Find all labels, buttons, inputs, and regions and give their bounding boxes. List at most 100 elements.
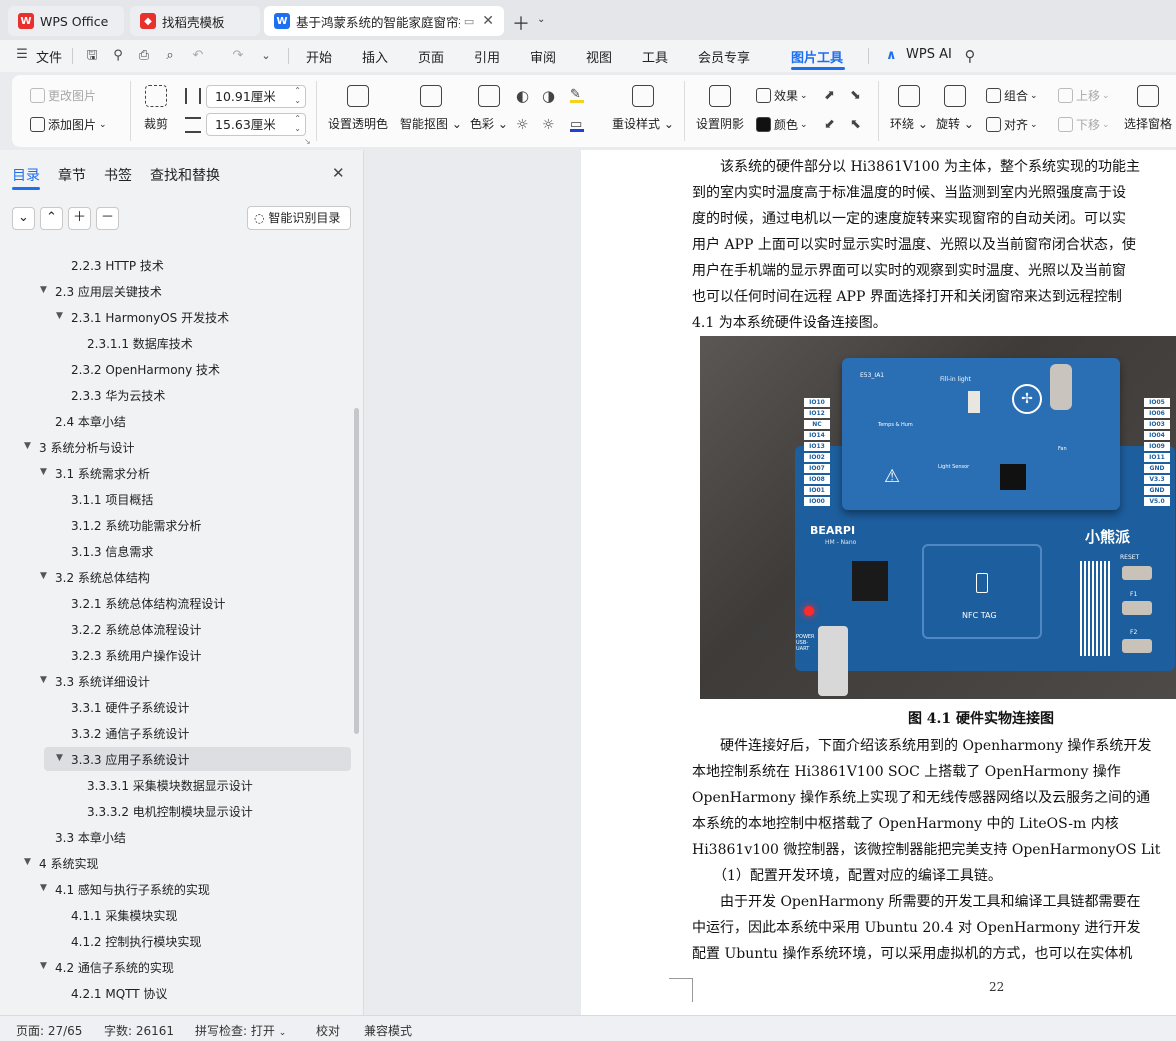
spell-check-status[interactable]: 拼写检查: 打开 ⌄ [195,1022,286,1039]
reset-style-button[interactable]: 重设样式 ⌄ [612,85,674,132]
toc-expand-arrow-icon[interactable]: ▼ [40,285,47,295]
toc-item[interactable]: 3.1 系统需求分析 [55,465,150,482]
set-transparent-button[interactable]: 设置透明色 [328,85,388,132]
menu-insert[interactable]: 插入 [362,47,388,66]
color-button[interactable]: 色彩 ⌄ [470,85,508,132]
dialog-launcher-icon[interactable]: ↘ [304,137,311,146]
send-backward-button[interactable]: 下移 ⌄ [1058,116,1110,133]
toc-item[interactable]: 3.3.1 硬件子系统设计 [71,699,189,716]
toc-item[interactable]: 4.2 通信子系统的实现 [55,959,174,976]
toc-item[interactable]: 3.1.3 信息需求 [71,543,153,560]
shadow-left-icon[interactable]: ⬋ [824,117,835,132]
toc-item[interactable]: 2.3.1 HarmonyOS 开发技术 [71,309,229,326]
close-tab-icon[interactable]: ✕ [482,13,494,29]
toc-expand-arrow-icon[interactable]: ▼ [40,961,47,971]
shadow-down-icon[interactable]: ⬊ [850,88,861,103]
crop-button[interactable]: 裁剪 [144,85,168,132]
search-icon[interactable]: ⚲ [962,48,978,64]
word-count[interactable]: 字数: 26161 [104,1022,174,1039]
brightness-down-icon[interactable]: ☼ [542,117,555,133]
hamburger-menu-icon[interactable]: ☰ [14,47,30,63]
spinner-icon[interactable]: ⌃ ⌄ [294,86,301,106]
toc-item[interactable]: 3.2.3 系统用户操作设计 [71,647,201,664]
quick-access-chevron-icon[interactable]: ⌄ [258,48,274,64]
toc-item[interactable]: 4 系统实现 [39,855,98,872]
shadow-right-icon[interactable]: ⬉ [850,117,861,132]
nav-tab-toc[interactable]: 目录 [12,165,40,185]
file-menu[interactable]: 文件 [36,47,62,66]
smart-toc-button[interactable]: ◌ 智能识别目录 [247,206,351,230]
toc-expand-arrow-icon[interactable]: ▼ [56,753,63,763]
toc-item[interactable]: 3.3.3.2 电机控制模块显示设计 [87,803,253,820]
tab-wps-office[interactable]: W WPS Office [8,6,124,36]
toc-item[interactable]: 3.2.1 系统总体结构流程设计 [71,595,225,612]
undo-icon[interactable]: ↶ [190,48,206,64]
change-image-button[interactable]: 更改图片 [30,87,96,104]
print-icon[interactable]: ⎙ [136,48,152,64]
wps-ai-button[interactable]: WPS AI [906,47,952,62]
brightness-up-icon[interactable]: ☼ [516,117,529,133]
toc-expand-arrow-icon[interactable]: ▼ [40,883,47,893]
close-pane-icon[interactable]: ✕ [332,164,345,182]
tab-template[interactable]: ◆ 找稻壳模板 [130,6,260,36]
toc-item[interactable]: 3.3 本章小结 [55,829,126,846]
menu-tools[interactable]: 工具 [642,47,668,66]
toc-item[interactable]: 3.2 系统总体结构 [55,569,150,586]
nav-tab-chapters[interactable]: 章节 [58,165,86,185]
smart-cutout-button[interactable]: 智能抠图 ⌄ [400,85,462,132]
align-button[interactable]: 对齐 ⌄ [986,116,1038,133]
document-page[interactable]: 该系统的硬件部分以 Hi3861V100 为主体，整个系统实现的功能主 到的室内实… [581,150,1176,1015]
new-tab-icon[interactable]: ＋ [512,10,530,36]
toc-item[interactable]: 2.3.2 OpenHarmony 技术 [71,361,220,378]
toc-item[interactable]: 3.3.3 应用子系统设计 [71,751,189,768]
effects-button[interactable]: 效果 ⌄ [756,87,808,104]
toc-item[interactable]: 4.2.1 MQTT 协议 [71,985,167,1002]
tab-document[interactable]: W 基于鸿蒙系统的智能家庭窗帘控制系统 ▭ ✕ [264,6,504,36]
toc-scrollbar[interactable] [354,408,359,734]
toc-item[interactable]: 4.1.2 控制执行模块实现 [71,933,201,950]
menu-references[interactable]: 引用 [474,47,500,66]
tab-list-chevron-icon[interactable]: ⌄ [537,14,545,25]
bring-forward-button[interactable]: 上移 ⌄ [1058,87,1110,104]
toc-item[interactable]: 3 系统分析与设计 [39,439,134,456]
set-shadow-button[interactable]: 设置阴影 [696,85,744,132]
highlight-icon[interactable]: ✎ [570,87,584,103]
toc-expand-arrow-icon[interactable]: ▼ [24,857,31,867]
toc-expand-arrow-icon[interactable]: ▼ [56,311,63,321]
toc-item[interactable]: 2.3.3 华为云技术 [71,387,165,404]
menu-picture-tools[interactable]: 图片工具 [791,47,843,66]
contrast-icon[interactable]: ◑ [542,87,555,105]
menu-page[interactable]: 页面 [418,47,444,66]
toc-item[interactable]: 2.2.3 HTTP 技术 [71,257,164,274]
toc-item[interactable]: 3.2.2 系统总体流程设计 [71,621,201,638]
add-heading-icon[interactable]: ＋ [68,207,91,230]
remove-heading-icon[interactable]: － [96,207,119,230]
page-counter[interactable]: 页面: 27/65 [16,1022,82,1039]
menu-review[interactable]: 审阅 [530,47,556,66]
toc-item[interactable]: 2.3.1.1 数据库技术 [87,335,193,352]
toc-item[interactable]: 2.4 本章小结 [55,413,126,430]
height-input[interactable]: 15.63厘米 ⌃ ⌄ [206,113,306,136]
fill-color-button[interactable]: 颜色 ⌄ [756,116,808,133]
save-icon[interactable]: 🖫 [84,48,100,64]
menu-membership[interactable]: 会员专享 [698,47,750,66]
hardware-photo[interactable]: BEARPI HM - Nano 小熊派 NFC TAG RESET F1 F2… [700,336,1176,699]
nav-tab-bookmarks[interactable]: 书签 [104,165,132,185]
toc-expand-arrow-icon[interactable]: ▼ [40,571,47,581]
brightness-icon[interactable]: ◐ [516,87,529,105]
selection-pane-button[interactable]: 选择窗格 [1124,85,1172,132]
rotate-button[interactable]: 旋转 ⌄ [936,85,974,132]
toc-item[interactable]: 2.3 应用层关键技术 [55,283,162,300]
toc-item[interactable]: 3.3 系统详细设计 [55,673,150,690]
add-image-button[interactable]: 添加图片 ⌄ [30,116,107,133]
width-input[interactable]: 10.91厘米 ⌃ ⌄ [206,85,306,108]
toc-expand-arrow-icon[interactable]: ▼ [40,467,47,477]
share-icon[interactable]: ⚲ [110,48,126,64]
menu-home[interactable]: 开始 [306,47,332,66]
expand-down-icon[interactable]: ⌄ [12,207,35,230]
nav-tab-find-replace[interactable]: 查找和替换 [150,165,220,185]
toc-item[interactable]: 3.1.2 系统功能需求分析 [71,517,201,534]
toc-item[interactable]: 3.3.2 通信子系统设计 [71,725,189,742]
shadow-up-icon[interactable]: ⬈ [824,88,835,103]
toc-expand-arrow-icon[interactable]: ▼ [40,675,47,685]
